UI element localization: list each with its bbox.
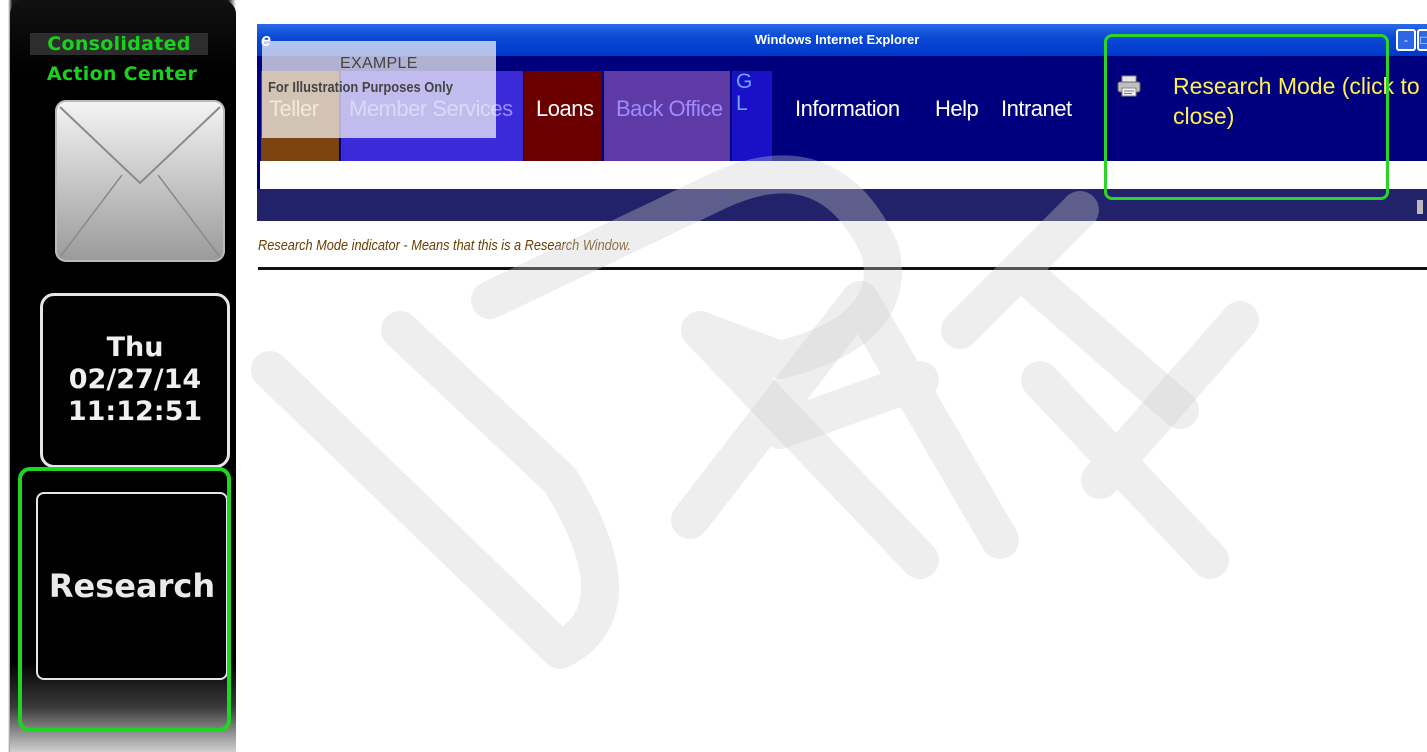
caption-divider xyxy=(258,267,1427,270)
nav-teller[interactable]: Teller xyxy=(261,71,339,161)
nav-member-services[interactable]: Member Services xyxy=(341,71,523,161)
clock-date: 02/27/14 xyxy=(68,364,202,395)
scrollbar[interactable] xyxy=(1417,200,1423,214)
minimize-icon[interactable]: - xyxy=(1396,29,1416,51)
printer-icon xyxy=(1117,75,1141,97)
status-bar xyxy=(257,189,1427,221)
clock-time: 11:12:51 xyxy=(67,396,203,427)
research-mode-label: Research Mode (click to close) xyxy=(1173,73,1420,129)
toolbar-strip xyxy=(257,161,1427,189)
clock-day: Thu xyxy=(106,332,164,363)
research-mode-indicator[interactable]: Research Mode (click to close) xyxy=(1117,71,1420,141)
nav-help[interactable]: Help xyxy=(935,71,985,161)
envelope-icon[interactable] xyxy=(50,95,230,270)
nav-gl[interactable]: G L xyxy=(732,71,772,161)
research-button[interactable]: Research xyxy=(36,492,228,680)
nav-intranet[interactable]: Intranet xyxy=(1001,71,1081,161)
nav-information[interactable]: Information xyxy=(795,71,925,161)
nav-back-office[interactable]: Back Office xyxy=(604,71,730,161)
action-center-title-line2: Action Center xyxy=(46,63,198,85)
nav-bar: Teller Member Services Loans Back Office… xyxy=(257,56,1427,161)
research-button-label: Research xyxy=(48,567,216,605)
browser-window: e Windows Internet Explorer - □ Teller M… xyxy=(257,24,1427,222)
clock-widget: Thu 02/27/14 11:12:51 xyxy=(40,293,230,468)
action-center-title-line1: Consolidated xyxy=(30,33,208,55)
nav-loans[interactable]: Loans xyxy=(524,71,602,161)
maximize-icon[interactable]: □ xyxy=(1417,29,1427,51)
caption-text: Research Mode indicator - Means that thi… xyxy=(258,238,631,254)
browser-title: Windows Internet Explorer xyxy=(754,32,920,47)
action-center-panel: Consolidated Action Center Thu 02/27/14 … xyxy=(0,0,237,752)
browser-titlebar[interactable]: e Windows Internet Explorer - □ xyxy=(257,24,1427,56)
nav-gl-top: G xyxy=(736,70,752,93)
nav-gl-bottom: L xyxy=(736,92,748,115)
